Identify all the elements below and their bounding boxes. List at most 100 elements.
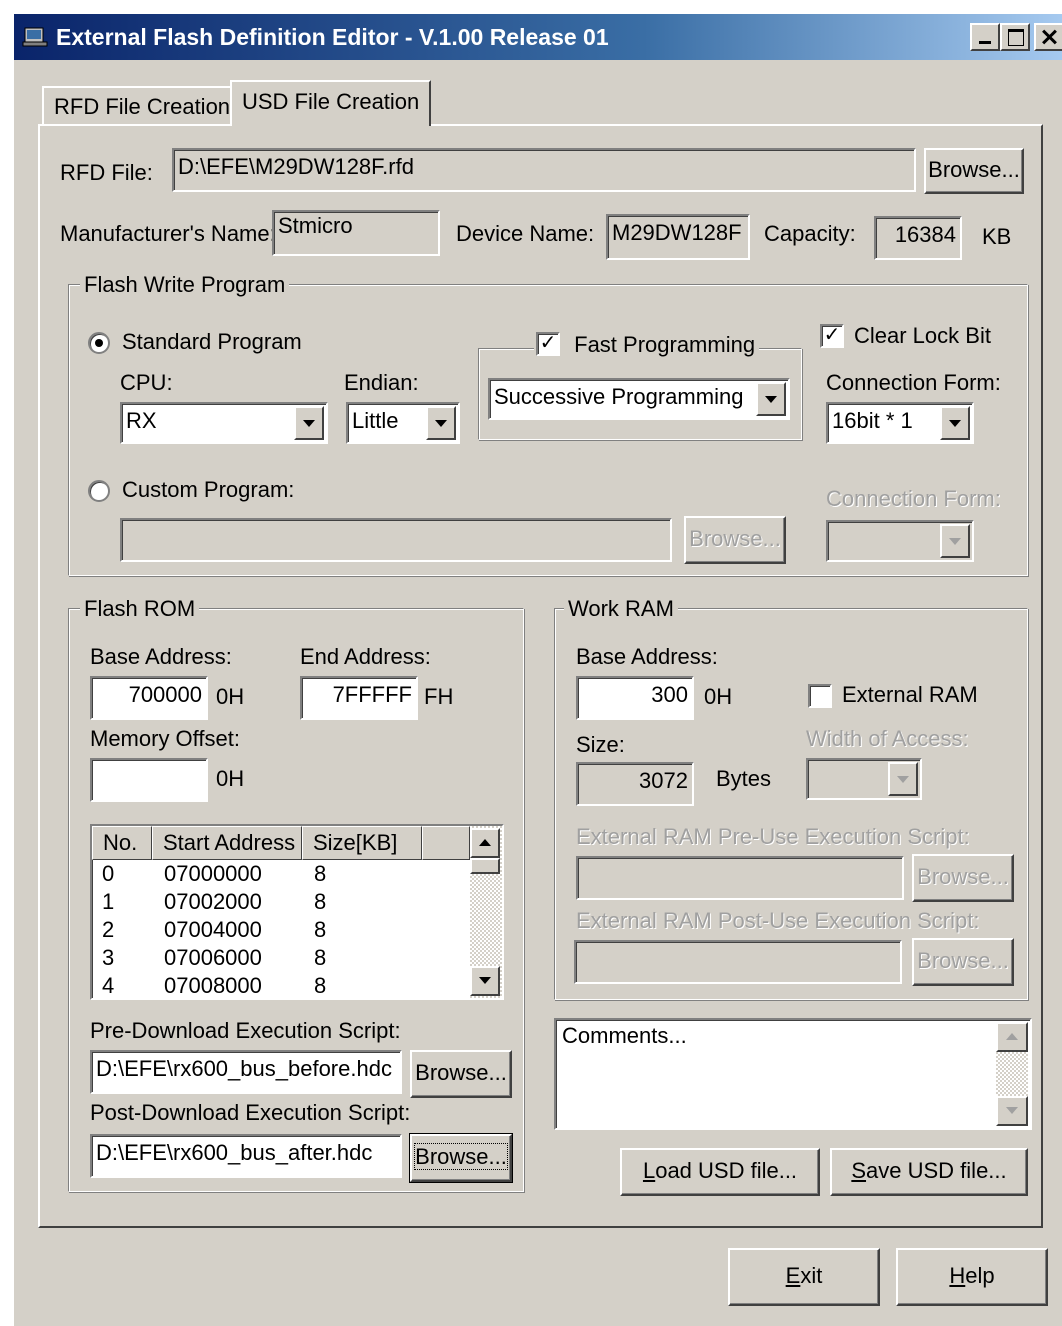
column-header-no[interactable]: No. (92, 826, 152, 860)
post-download-browse-button[interactable]: Browse... (409, 1133, 513, 1183)
cell-size: 8 (314, 973, 327, 998)
rfd-file-label: RFD File: (60, 160, 153, 185)
table-row[interactable]: 2 07004000 8 (92, 916, 472, 944)
device-name-field[interactable]: M29DW128F (606, 214, 750, 260)
clear-lock-bit-label: Clear Lock Bit (854, 323, 991, 348)
load-usd-file-button[interactable]: Load USD file... (620, 1148, 820, 1196)
comments-textarea[interactable]: Comments... (554, 1018, 1032, 1130)
capacity-field[interactable]: 16384 (874, 216, 962, 260)
pre-download-browse-button[interactable]: Browse... (410, 1050, 512, 1098)
fast-programming-mode-select[interactable]: Successive Programming (488, 378, 790, 420)
save-accelerator: S (851, 1158, 867, 1183)
table-row[interactable]: 3 07006000 8 (92, 944, 472, 972)
minimize-icon[interactable] (970, 23, 1000, 51)
post-download-browse-label: Browse... (414, 1143, 508, 1170)
scroll-thumb[interactable] (470, 858, 500, 874)
scroll-up-icon[interactable] (470, 828, 500, 858)
chevron-down-icon[interactable] (426, 406, 456, 440)
comments-scrollbar[interactable] (996, 1022, 1028, 1126)
ram-pre-use-script-input[interactable] (576, 856, 904, 900)
endian-label: Endian: (344, 370, 419, 395)
manufacturer-field[interactable]: Stmicro (272, 210, 440, 256)
pre-download-script-input[interactable]: D:\EFE\rx600_bus_before.hdc (90, 1050, 402, 1094)
custom-program-browse-button[interactable]: Browse... (684, 516, 786, 564)
rom-base-address-suffix: 0H (216, 684, 245, 709)
comments-text: Comments... (562, 1023, 687, 1048)
ram-post-use-browse-button[interactable]: Browse... (912, 938, 1014, 986)
chevron-down-icon[interactable] (940, 406, 970, 440)
custom-connection-form-label: Connection Form: (826, 486, 1001, 511)
window-title: External Flash Definition Editor - V.1.0… (56, 24, 609, 50)
cell-start-address: 07004000 (164, 917, 262, 942)
work-ram-title: Work RAM (564, 596, 678, 622)
cell-start-address: 07000000 (164, 861, 262, 886)
table-scrollbar[interactable] (470, 826, 502, 998)
cell-start-address: 07006000 (164, 945, 262, 970)
custom-program-radio[interactable] (88, 480, 110, 502)
rom-end-address-input[interactable]: 7FFFFF (300, 676, 418, 720)
exit-label: xit (800, 1263, 823, 1288)
ram-base-address-input[interactable]: 300 (576, 676, 694, 720)
column-header-start-address[interactable]: Start Address (152, 826, 302, 860)
cell-no: 4 (102, 973, 115, 998)
clear-lock-bit-checkbox[interactable]: ✓ (820, 324, 844, 348)
ram-pre-use-browse-button[interactable]: Browse... (912, 854, 1014, 902)
tab-usd-file-creation[interactable]: USD File Creation (230, 80, 432, 126)
post-download-script-input[interactable]: D:\EFE\rx600_bus_after.hdc (90, 1134, 402, 1178)
scroll-down-icon[interactable] (470, 966, 500, 996)
ram-size-label: Size: (576, 732, 625, 757)
chevron-down-icon[interactable] (888, 762, 918, 796)
cell-size: 8 (314, 889, 327, 914)
exit-accelerator: E (785, 1263, 801, 1288)
rom-end-address-label: End Address: (300, 644, 431, 669)
capacity-unit: KB (982, 224, 1012, 249)
help-label: elp (965, 1263, 995, 1288)
fast-programming-checkbox[interactable]: ✓ (536, 332, 560, 357)
custom-program-field[interactable] (120, 518, 672, 562)
ram-post-use-script-input[interactable] (574, 940, 902, 984)
memory-offset-label: Memory Offset: (90, 726, 240, 751)
cell-size: 8 (314, 945, 327, 970)
table-row[interactable]: 0 07000000 8 (92, 860, 472, 888)
tab-label: USD File Creation (242, 89, 420, 114)
post-download-script-label: Post-Download Execution Script: (90, 1100, 411, 1125)
load-accelerator: L (642, 1158, 656, 1183)
external-ram-checkbox[interactable] (808, 684, 832, 708)
scroll-down-icon[interactable] (996, 1096, 1028, 1126)
cell-no: 0 (102, 861, 115, 886)
scroll-up-icon[interactable] (996, 1022, 1028, 1052)
capacity-label: Capacity: (764, 221, 856, 246)
title-bar[interactable]: External Flash Definition Editor - V.1.0… (14, 14, 1062, 60)
ram-post-use-script-label: External RAM Post-Use Execution Script: (576, 908, 980, 933)
maximize-icon[interactable] (1000, 23, 1030, 51)
flash-block-table[interactable]: No. Start Address Size[KB] 0 07000000 8 … (90, 824, 504, 1000)
exit-button[interactable]: Exit (728, 1248, 880, 1306)
app-icon (22, 27, 48, 47)
column-header-size[interactable]: Size[KB] (302, 826, 422, 860)
rom-base-address-label: Base Address: (90, 644, 232, 669)
rfd-browse-button[interactable]: Browse... (924, 148, 1024, 194)
table-row[interactable]: 1 07002000 8 (92, 888, 472, 916)
cell-start-address: 07002000 (164, 889, 262, 914)
cell-no: 3 (102, 945, 115, 970)
rom-end-address-suffix: FH (424, 684, 454, 709)
standard-program-label: Standard Program (122, 329, 302, 354)
rom-base-address-input[interactable]: 700000 (90, 676, 208, 720)
chevron-down-icon[interactable] (294, 406, 324, 440)
ram-size-field[interactable]: 3072 (576, 762, 694, 806)
connection-form-label: Connection Form: (826, 370, 1001, 395)
width-of-access-label: Width of Access: (806, 726, 969, 751)
tab-rfd-file-creation[interactable]: RFD File Creation (42, 86, 243, 124)
rfd-file-field[interactable]: D:\EFE\M29DW128F.rfd (172, 148, 916, 192)
close-icon[interactable] (1034, 23, 1062, 51)
chevron-down-icon[interactable] (940, 524, 970, 558)
chevron-down-icon[interactable] (756, 382, 786, 416)
memory-offset-input[interactable] (90, 758, 208, 802)
table-row[interactable]: 4 07008000 8 (92, 972, 472, 998)
fast-programming-legend: ✓ Fast Programming (534, 332, 760, 359)
cell-size: 8 (314, 861, 327, 886)
standard-program-radio[interactable] (88, 332, 110, 354)
ram-pre-use-script-label: External RAM Pre-Use Execution Script: (576, 824, 970, 849)
save-usd-file-button[interactable]: Save USD file... (830, 1148, 1028, 1196)
help-button[interactable]: Help (896, 1248, 1048, 1306)
